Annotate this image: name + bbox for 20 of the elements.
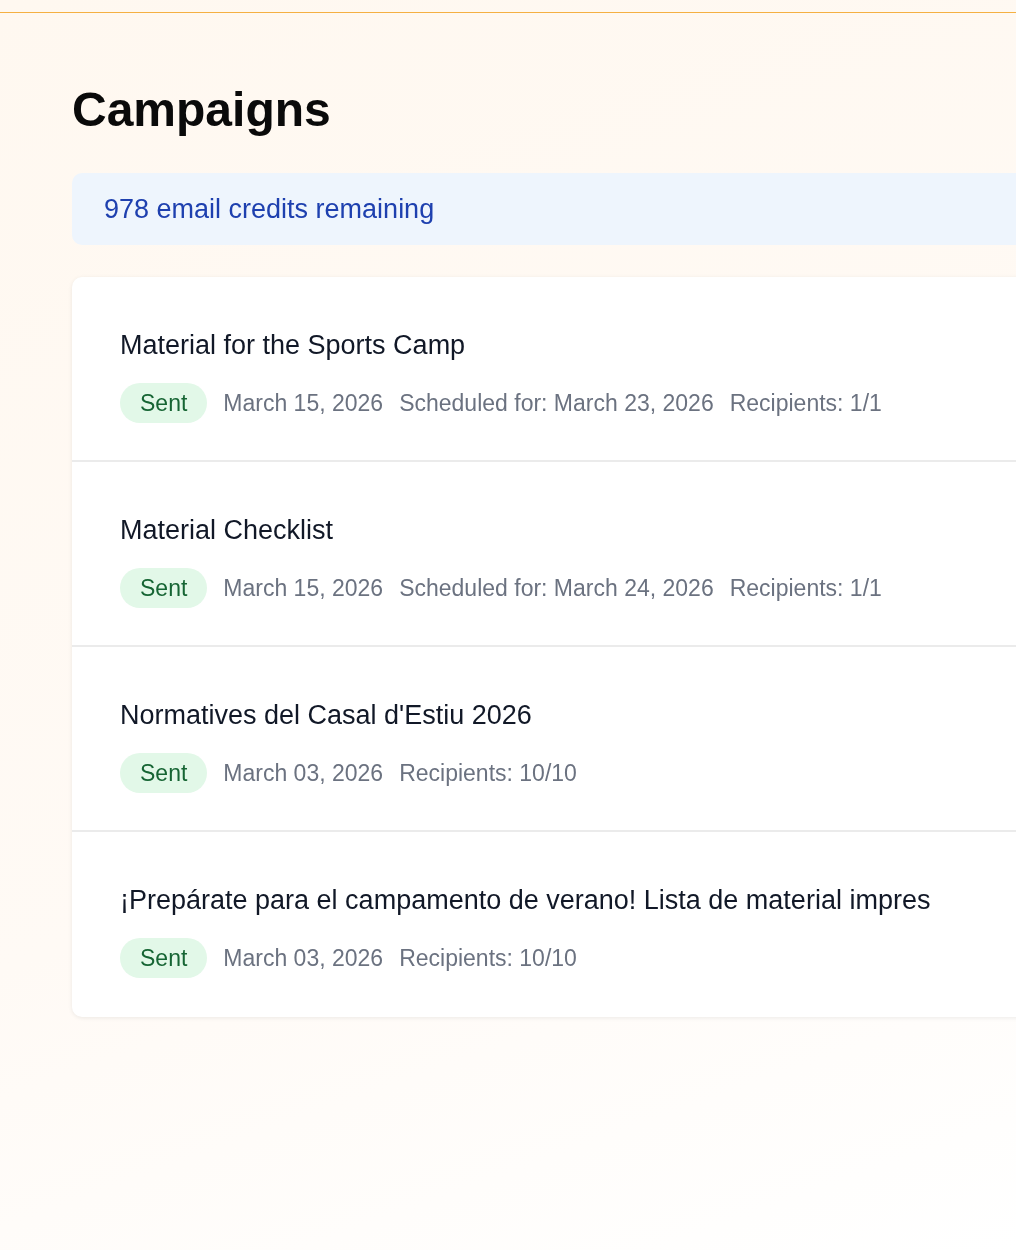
campaign-meta-text: March 03, 2026 [223,759,384,787]
campaign-meta-text: March 03, 2026 [223,944,384,972]
status-badge: Sent [120,938,208,978]
campaign-meta-text: Scheduled for: March 24, 2026 [399,574,714,602]
campaign-meta-text: Recipients: 10/10 [399,759,577,787]
campaign-meta-text: March 15, 2026 [223,574,384,602]
campaign-meta-text: Recipients: 1/1 [729,389,882,417]
campaign-title[interactable]: Normatives del Casal d'Estiu 2026 [120,697,532,733]
campaign-title[interactable]: Material for the Sports Camp [120,327,466,363]
page-title: Campaigns [72,82,331,138]
campaign-title[interactable]: ¡Prepárate para el campamento de verano! Lista de material impres [120,882,931,918]
campaign-meta-text: March 15, 2026 [223,389,384,417]
campaign-meta-text: Recipients: 10/10 [399,944,577,972]
campaign-meta-text: Scheduled for: March 23, 2026 [399,389,714,417]
campaign-title[interactable]: Material Checklist [120,512,334,548]
status-badge: Sent [120,753,208,793]
campaign-meta-text: Recipients: 1/1 [729,574,882,602]
credits-banner: 978 email credits remaining [72,173,1016,245]
status-badge: Sent [120,383,208,423]
status-badge: Sent [120,568,208,608]
